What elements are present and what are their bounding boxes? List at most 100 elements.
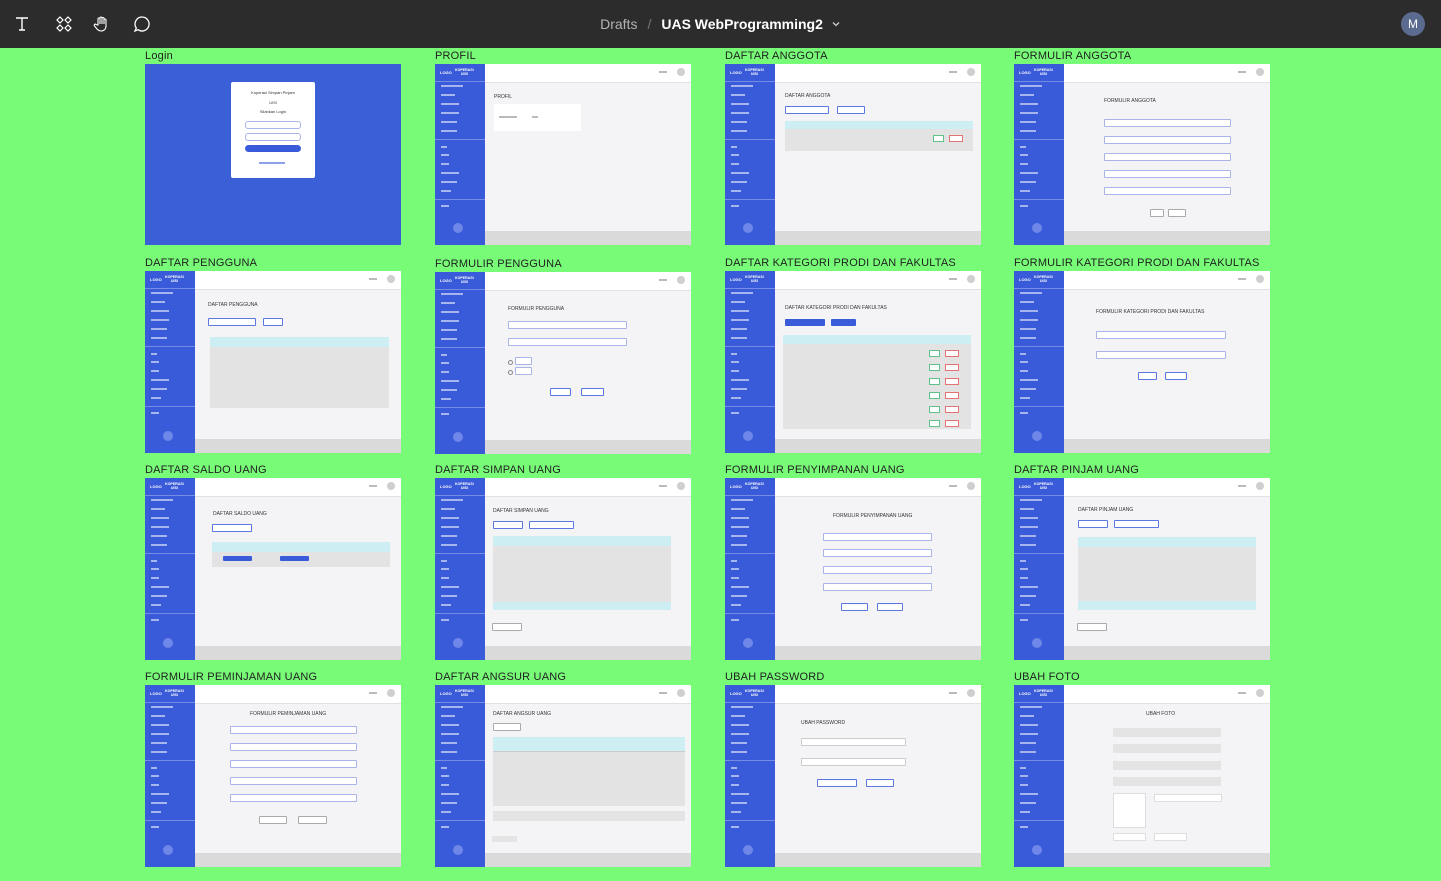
cancel-button[interactable] xyxy=(866,779,894,787)
frame-formulir-pengguna[interactable]: LOGO KOPERASI UISI FORMULIR PENGGUNA xyxy=(435,272,691,454)
password-input[interactable] xyxy=(801,738,906,746)
role-radio[interactable] xyxy=(508,360,513,365)
user-avatar[interactable] xyxy=(967,689,975,697)
add-prodi-button[interactable] xyxy=(831,319,856,326)
search-button[interactable] xyxy=(493,723,521,731)
frame-label[interactable]: DAFTAR PENGGUNA xyxy=(145,257,257,269)
save-button[interactable] xyxy=(1150,209,1164,217)
pagination[interactable] xyxy=(1077,623,1107,631)
form-input[interactable] xyxy=(230,794,357,802)
frame-formulir-anggota[interactable]: LOGO KOPERASI UISI FORMULIR ANGGOTA xyxy=(1014,64,1270,245)
frame-ubah-foto[interactable]: LOGO KOPERASI UISI UBAH FOTO xyxy=(1014,685,1270,867)
user-avatar[interactable] xyxy=(677,482,685,490)
form-input[interactable] xyxy=(1104,119,1231,127)
frame-formulir-peminjaman[interactable]: LOGO KOPERASI UISI FORMULIR PEMINJAMAN UA… xyxy=(145,685,401,867)
collapse-icon[interactable] xyxy=(743,845,753,855)
cancel-button[interactable] xyxy=(298,816,327,824)
user-avatar[interactable] xyxy=(967,482,975,490)
collapse-icon[interactable] xyxy=(1032,638,1042,648)
collapse-icon[interactable] xyxy=(1032,431,1042,441)
save-button[interactable] xyxy=(550,388,571,396)
collapse-icon[interactable] xyxy=(743,223,753,233)
breadcrumb-drafts[interactable]: Drafts xyxy=(600,16,637,32)
collapse-icon[interactable] xyxy=(453,432,463,442)
search-button[interactable] xyxy=(529,521,574,529)
edit-button[interactable] xyxy=(933,135,944,142)
search-button[interactable] xyxy=(212,524,252,532)
text-icon[interactable] xyxy=(10,12,34,36)
frame-daftar-simpan[interactable]: LOGO KOPERASI UISI DAFTAR SIMPAN UANG xyxy=(435,478,691,660)
form-input[interactable] xyxy=(508,321,627,329)
frame-daftar-pengguna[interactable]: LOGO KOPERASI UISI DAFTAR PENGGUNA xyxy=(145,271,401,453)
cancel-button[interactable] xyxy=(581,388,604,396)
password-confirm-input[interactable] xyxy=(801,758,906,766)
hand-icon[interactable] xyxy=(90,12,114,36)
collapse-icon[interactable] xyxy=(743,431,753,441)
user-avatar[interactable] xyxy=(387,482,395,490)
add-button[interactable] xyxy=(493,521,523,529)
username-input[interactable] xyxy=(245,121,301,129)
collapse-icon[interactable] xyxy=(163,638,173,648)
pagination[interactable] xyxy=(492,623,522,631)
frame-label[interactable]: DAFTAR SIMPAN UANG xyxy=(435,464,561,476)
search-button[interactable] xyxy=(837,106,865,114)
avatar[interactable]: M xyxy=(1401,12,1425,36)
user-avatar[interactable] xyxy=(1256,689,1264,697)
file-name[interactable]: UAS WebProgramming2 xyxy=(661,16,823,32)
chevron-down-icon[interactable] xyxy=(831,19,841,29)
collapse-icon[interactable] xyxy=(743,638,753,648)
frame-profil[interactable]: LOGO KOPERASI UISI PROFIL xyxy=(435,64,691,245)
frame-label[interactable]: DAFTAR SALDO UANG xyxy=(145,464,267,476)
form-input[interactable] xyxy=(823,549,932,557)
user-avatar[interactable] xyxy=(1256,68,1264,76)
frame-login[interactable]: Koperasi Simpan Pinjam UISI Silahkan Log… xyxy=(145,64,401,245)
frame-label[interactable]: DAFTAR ANGSUR UANG xyxy=(435,671,566,683)
frame-label[interactable]: FORMULIR PEMINJAMAN UANG xyxy=(145,671,317,683)
role-radio[interactable] xyxy=(508,370,513,375)
collapse-icon[interactable] xyxy=(1032,845,1042,855)
user-avatar[interactable] xyxy=(387,275,395,283)
collapse-icon[interactable] xyxy=(163,431,173,441)
collapse-icon[interactable] xyxy=(453,638,463,648)
frame-daftar-angsur[interactable]: LOGO KOPERASI UISI DAFTAR ANGSUR UANG xyxy=(435,685,691,867)
user-avatar[interactable] xyxy=(677,68,685,76)
add-button[interactable] xyxy=(1078,520,1108,528)
save-button[interactable] xyxy=(1113,833,1146,841)
form-input[interactable] xyxy=(230,777,357,785)
form-input[interactable] xyxy=(1104,187,1231,195)
frame-label[interactable]: Login xyxy=(145,50,173,62)
frame-label[interactable]: DAFTAR KATEGORI PRODI DAN FAKULTAS xyxy=(725,257,956,269)
pagination[interactable] xyxy=(492,836,517,842)
form-input[interactable] xyxy=(1104,170,1231,178)
register-link[interactable] xyxy=(259,162,285,164)
cancel-button[interactable] xyxy=(1168,209,1186,217)
form-input[interactable] xyxy=(1104,153,1231,161)
form-input[interactable] xyxy=(230,760,357,768)
frame-label[interactable]: PROFIL xyxy=(435,50,476,62)
form-input[interactable] xyxy=(823,533,932,541)
add-button[interactable] xyxy=(785,106,829,114)
frame-daftar-anggota[interactable]: LOGO KOPERASI UISI DAFTAR ANGGOTA xyxy=(725,64,981,245)
user-avatar[interactable] xyxy=(1256,482,1264,490)
delete-button[interactable] xyxy=(949,135,963,142)
form-input[interactable] xyxy=(1096,331,1226,339)
frame-label[interactable]: FORMULIR PENGGUNA xyxy=(435,258,562,270)
collapse-icon[interactable] xyxy=(453,223,463,233)
frame-ubah-password[interactable]: LOGO KOPERASI UISI UBAH PASSWORD xyxy=(725,685,981,867)
user-avatar[interactable] xyxy=(1256,275,1264,283)
form-input[interactable] xyxy=(823,566,932,574)
frame-label[interactable]: FORMULIR PENYIMPANAN UANG xyxy=(725,464,905,476)
frame-label[interactable]: FORMULIR ANGGOTA xyxy=(1014,50,1131,62)
collapse-icon[interactable] xyxy=(1032,223,1042,233)
file-input[interactable] xyxy=(1154,794,1222,802)
frame-daftar-pinjam[interactable]: LOGO KOPERASI UISI DAFTAR PINJAM UANG xyxy=(1014,478,1270,660)
frame-label[interactable]: UBAH FOTO xyxy=(1014,671,1080,683)
cancel-button[interactable] xyxy=(1154,833,1187,841)
save-button[interactable] xyxy=(1138,372,1157,380)
user-avatar[interactable] xyxy=(677,276,685,284)
form-input[interactable] xyxy=(823,583,932,591)
frame-label[interactable]: DAFTAR ANGGOTA xyxy=(725,50,828,62)
user-avatar[interactable] xyxy=(677,689,685,697)
cancel-button[interactable] xyxy=(877,603,903,611)
save-button[interactable] xyxy=(259,816,287,824)
